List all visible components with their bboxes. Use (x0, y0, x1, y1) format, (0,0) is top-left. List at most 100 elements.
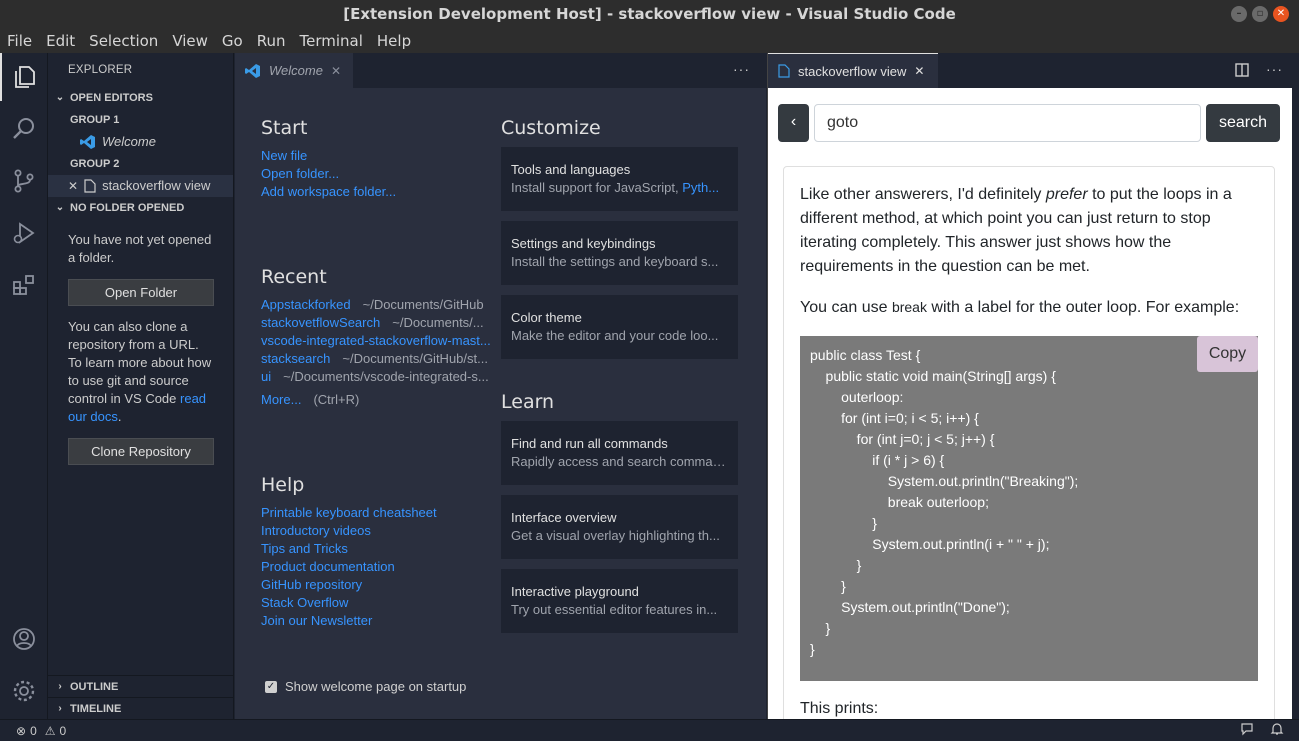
close-icon[interactable]: ✕ (914, 64, 924, 78)
learn-heading: Learn (501, 391, 555, 413)
menu-help[interactable]: Help (370, 32, 418, 50)
card-title: Interface overview (511, 510, 617, 525)
open-folder-button[interactable]: Open Folder (68, 279, 214, 306)
menu-terminal[interactable]: Terminal (293, 32, 370, 50)
no-folder-header[interactable]: ⌄ NO FOLDER OPENED (48, 197, 233, 219)
recent-item[interactable]: Appstackforked ~/Documents/GitHub (261, 296, 501, 314)
chevron-right-icon: › (58, 702, 62, 714)
close-window-button[interactable]: ✕ (1273, 6, 1289, 22)
color-theme-card[interactable]: Color theme Make the editor and your cod… (501, 295, 738, 359)
timeline-header[interactable]: › TIMELINE (48, 697, 234, 719)
search-button[interactable]: search (1206, 104, 1280, 142)
chevron-down-icon: ⌄ (55, 202, 65, 213)
settings-keybindings-card[interactable]: Settings and keybindings Install the set… (501, 221, 738, 285)
menu-edit[interactable]: Edit (39, 32, 82, 50)
product-docs-link[interactable]: Product documentation (261, 558, 501, 576)
error-icon[interactable]: ⊗ (16, 724, 26, 738)
menu-run[interactable]: Run (250, 32, 293, 50)
more-recent-link[interactable]: More... (261, 391, 301, 409)
interface-overview-card[interactable]: Interface overview Get a visual overlay … (501, 495, 738, 559)
recent-item[interactable]: ui ~/Documents/vscode-integrated-s... (261, 368, 501, 386)
timeline-label: TIMELINE (70, 702, 122, 715)
explorer-icon[interactable] (0, 53, 48, 101)
intro-videos-link[interactable]: Introductory videos (261, 522, 501, 540)
card-description: Make the editor and your code loo... (511, 328, 719, 343)
search-icon[interactable] (0, 105, 48, 153)
github-repo-link[interactable]: GitHub repository (261, 576, 501, 594)
notifications-bell-icon[interactable] (1270, 722, 1284, 739)
tools-languages-card[interactable]: Tools and languages Install support for … (501, 147, 738, 211)
answer-card: Like other answerers, I'd definitely pre… (783, 166, 1275, 719)
open-editor-stackoverflow-label: stackoverflow view (102, 178, 211, 193)
chevron-right-icon: › (58, 680, 62, 692)
extensions-icon[interactable] (0, 261, 48, 309)
recent-item-path: ~/Documents/vscode-integrated-s... (283, 369, 489, 384)
status-bar: ⊗ 0 ⚠ 0 (0, 719, 1299, 741)
minimize-button[interactable]: – (1231, 6, 1247, 22)
recent-item[interactable]: stackovetflowSearch ~/Documents/... (261, 314, 501, 332)
show-welcome-checkbox[interactable]: ✓ (265, 680, 277, 693)
tab-welcome[interactable]: Welcome ✕ (235, 53, 353, 88)
more-actions-icon[interactable]: ··· (733, 61, 750, 77)
menu-selection[interactable]: Selection (82, 32, 165, 50)
close-icon[interactable]: ✕ (331, 64, 341, 78)
accounts-icon[interactable] (0, 615, 48, 663)
group-2-label: GROUP 2 (70, 158, 120, 170)
python-link[interactable]: Pyth... (682, 180, 719, 195)
source-control-icon[interactable] (0, 157, 48, 205)
code-block: public class Test { public static void m… (800, 336, 1258, 681)
help-heading: Help (261, 474, 305, 496)
newsletter-link[interactable]: Join our Newsletter (261, 612, 501, 630)
find-run-commands-card[interactable]: Find and run all commands Rapidly access… (501, 421, 738, 485)
tab-stackoverflow-view[interactable]: stackoverflow view ✕ (768, 53, 938, 88)
recent-item-name[interactable]: ui (261, 368, 271, 386)
split-editor-icon[interactable] (1235, 63, 1249, 80)
stack-overflow-link[interactable]: Stack Overflow (261, 594, 501, 612)
show-welcome-checkbox-row[interactable]: ✓ Show welcome page on startup (265, 679, 466, 694)
more-actions-icon[interactable]: ··· (1266, 61, 1283, 77)
open-folder-link[interactable]: Open folder... (261, 165, 501, 183)
feedback-icon[interactable] (1240, 722, 1254, 739)
recent-item-name[interactable]: Appstackforked (261, 296, 351, 314)
card-title: Tools and languages (511, 162, 631, 177)
card-title: Interactive playground (511, 584, 639, 599)
recent-item[interactable]: stacksearch ~/Documents/GitHub/st... (261, 350, 501, 368)
warning-icon[interactable]: ⚠ (45, 724, 56, 738)
add-workspace-folder-link[interactable]: Add workspace folder... (261, 183, 501, 201)
run-debug-icon[interactable] (0, 209, 48, 257)
answer-paragraph-1: Like other answerers, I'd definitely pre… (800, 183, 1258, 279)
error-count[interactable]: 0 (30, 724, 37, 738)
open-editor-welcome[interactable]: Welcome (48, 131, 233, 153)
group-1-label: GROUP 1 (70, 114, 120, 126)
interactive-playground-card[interactable]: Interactive playground Try out essential… (501, 569, 738, 633)
new-file-link[interactable]: New file (261, 147, 501, 165)
settings-gear-icon[interactable] (0, 667, 48, 715)
learn-section: Learn Find and run all commands Rapidly … (501, 391, 741, 643)
menu-file[interactable]: File (0, 32, 39, 50)
webview-scrollbar[interactable] (1292, 88, 1299, 719)
keyboard-cheatsheet-link[interactable]: Printable keyboard cheatsheet (261, 504, 501, 522)
menu-go[interactable]: Go (215, 32, 250, 50)
recent-item-path: ~/Documents/... (392, 315, 484, 330)
recent-item-name[interactable]: stackovetflowSearch (261, 314, 380, 332)
menu-view[interactable]: View (165, 32, 215, 50)
warning-count[interactable]: 0 (60, 724, 67, 738)
open-editor-stackoverflow[interactable]: ✕ stackoverflow view (48, 175, 233, 197)
card-title: Settings and keybindings (511, 236, 656, 251)
tips-tricks-link[interactable]: Tips and Tricks (261, 540, 501, 558)
tab-welcome-label: Welcome (269, 63, 323, 78)
recent-item-name[interactable]: vscode-integrated-stackoverflow-mast... (261, 332, 491, 350)
file-icon (84, 179, 96, 193)
search-input[interactable]: goto (814, 104, 1201, 142)
back-button[interactable]: ‹ (778, 104, 809, 142)
clone-help-text-post: . (117, 409, 122, 424)
close-icon[interactable]: ✕ (68, 175, 78, 197)
maximize-button[interactable]: ▫ (1252, 6, 1268, 22)
editor-1-tab-bar: Welcome ✕ ··· (235, 53, 766, 88)
open-editors-header[interactable]: ⌄ OPEN EDITORS (48, 87, 233, 109)
recent-item[interactable]: vscode-integrated-stackoverflow-mast... (261, 332, 501, 350)
outline-header[interactable]: › OUTLINE (48, 675, 234, 697)
recent-item-name[interactable]: stacksearch (261, 350, 330, 368)
copy-button[interactable]: Copy (1197, 336, 1258, 372)
clone-repository-button[interactable]: Clone Repository (68, 438, 214, 465)
